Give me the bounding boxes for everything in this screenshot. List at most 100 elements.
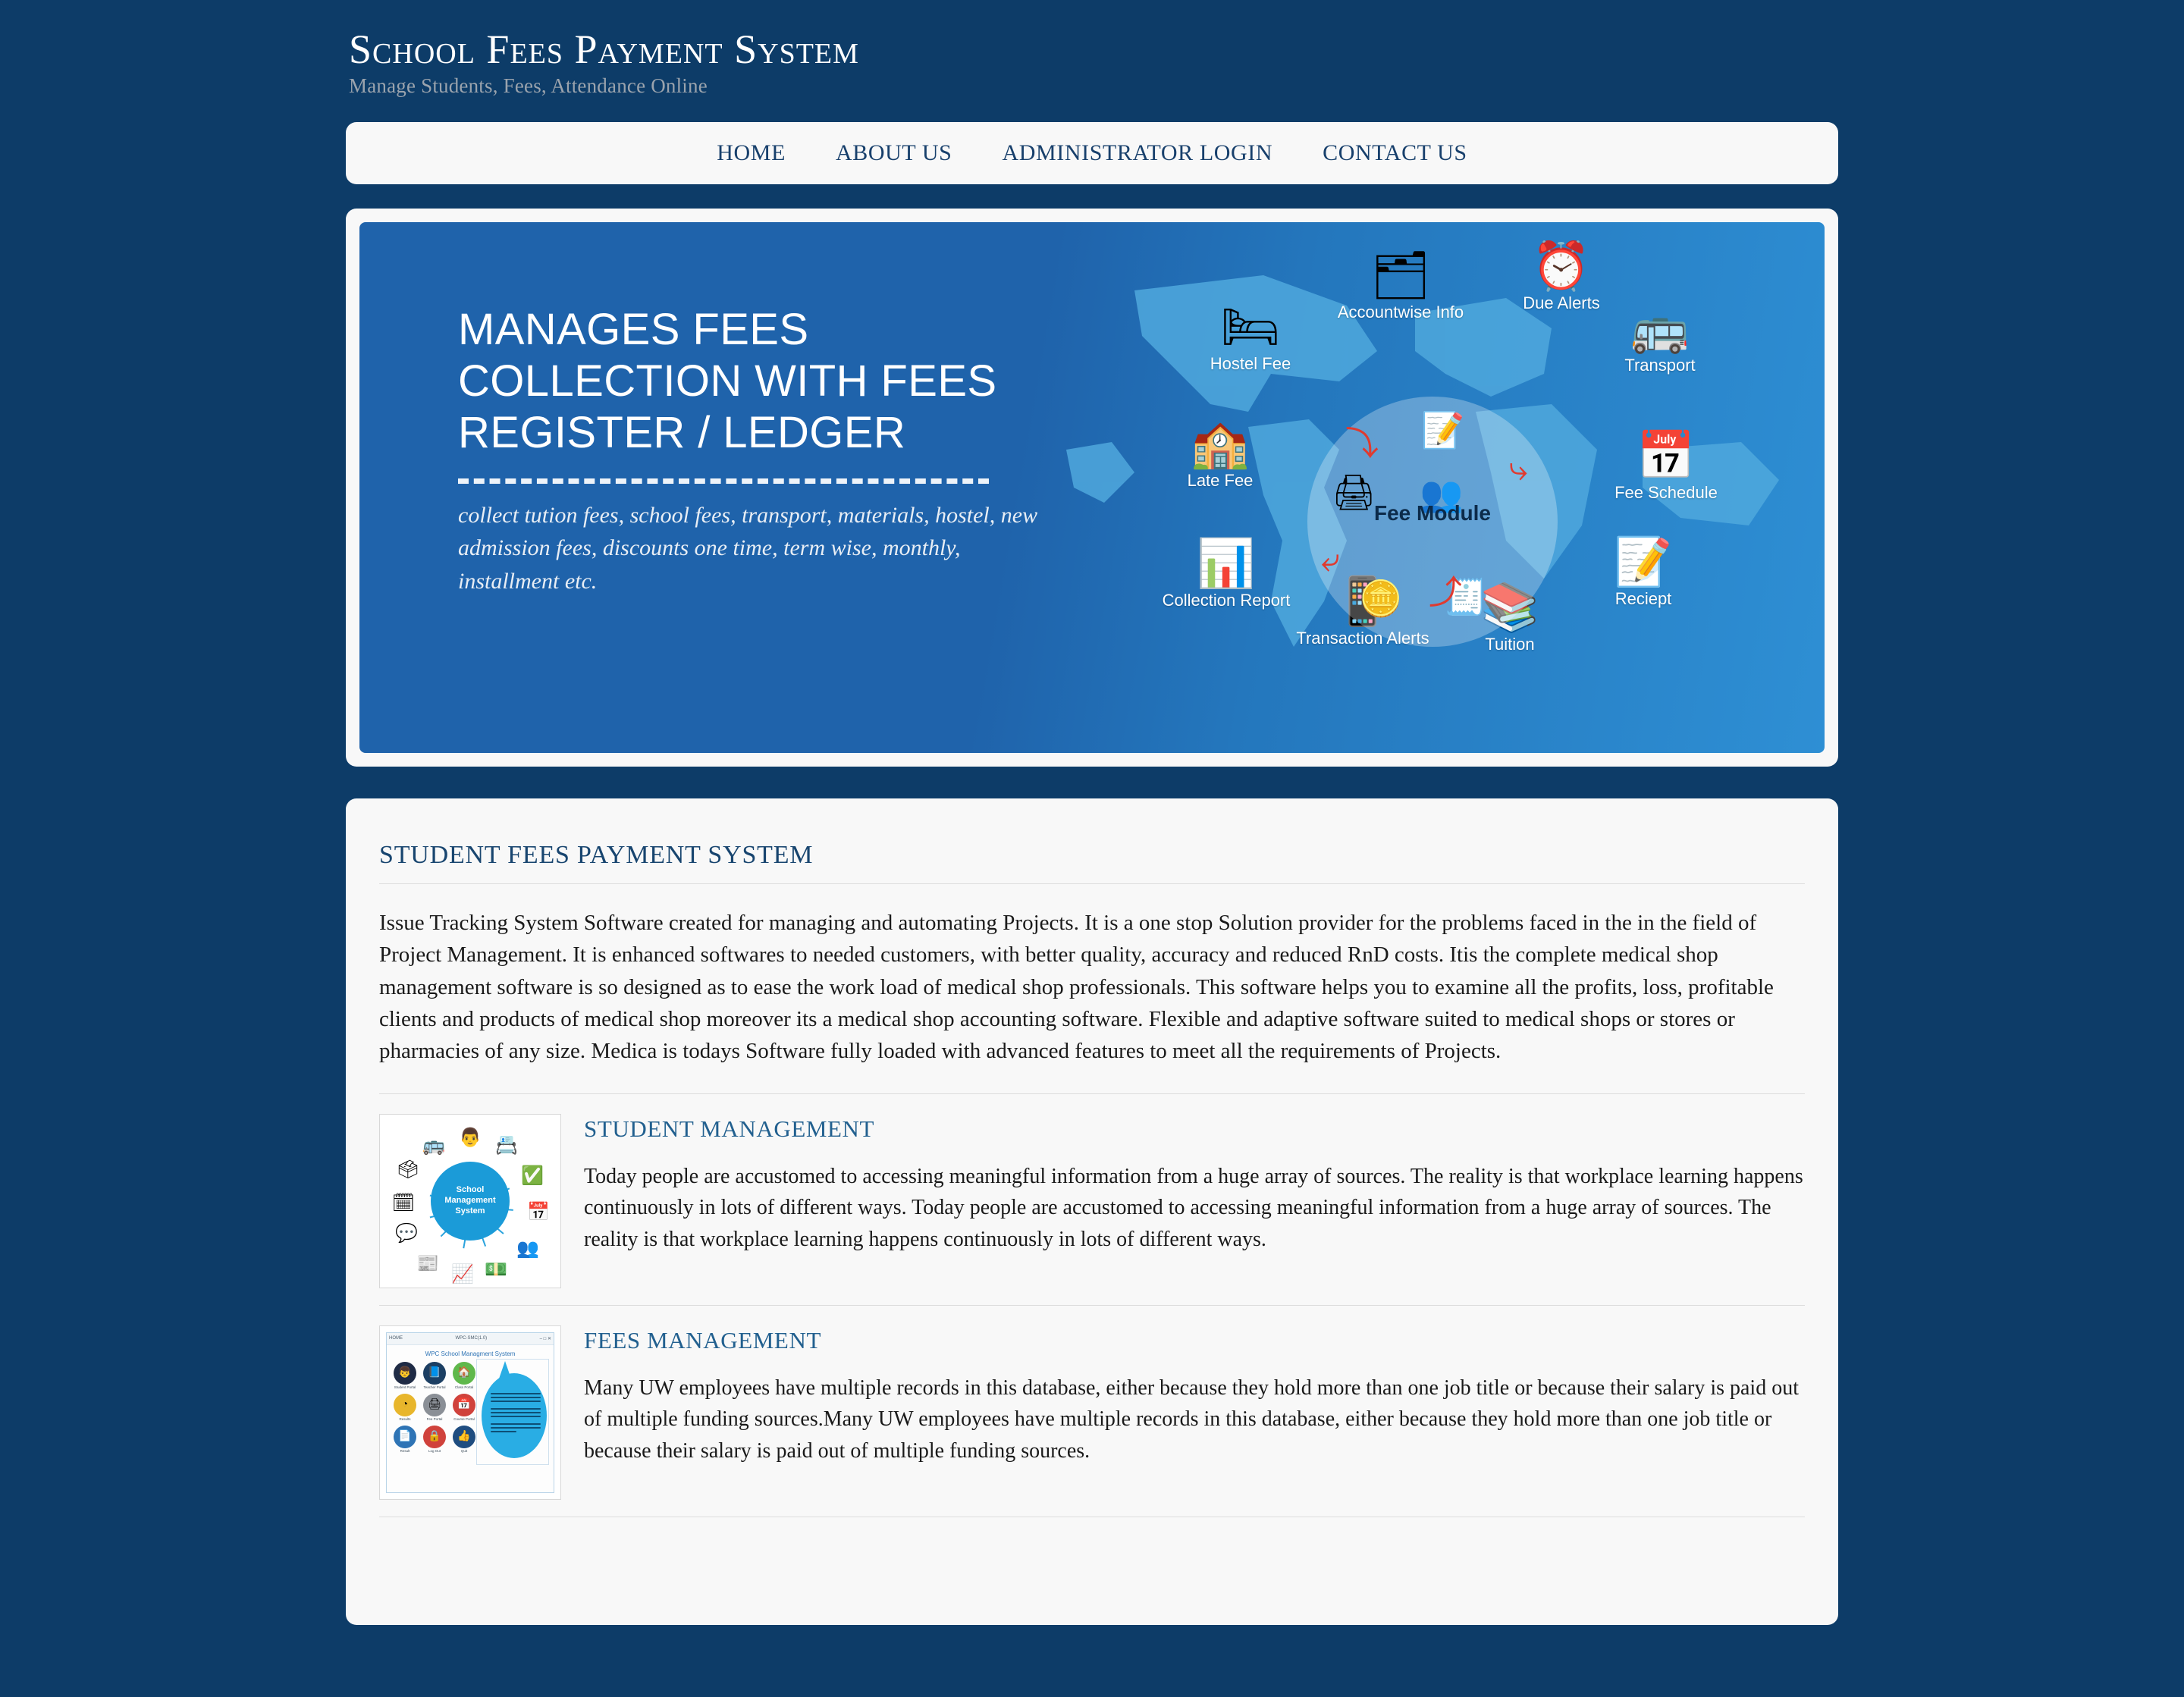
school-bus-icon: 🚌	[1630, 303, 1690, 355]
site-tagline: Manage Students, Fees, Attendance Online	[349, 74, 708, 97]
bubble-item	[491, 1430, 516, 1432]
calendar-clock-icon: 📅	[1636, 431, 1696, 482]
app-tile-label: Log Out	[428, 1448, 441, 1453]
banner-copy: MANAGES FEES COLLECTION WITH FEES REGIST…	[458, 304, 1057, 598]
app-tile-row: ◔ Results 🖨 Fee Portal 📅 Course Portal	[393, 1393, 478, 1421]
nav-item-contact-us[interactable]: CONTACT US	[1298, 140, 1492, 166]
app-heading: WPC School Managment System	[425, 1350, 516, 1357]
spoke-checklist-icon: ✅	[521, 1166, 544, 1187]
banner-artwork: Fee Module 📝 🖨 👥 🪙 🧾 ⤵ ⤷ ⤶ ⤴ 🗂 Accountwi…	[1118, 222, 1825, 753]
fees-management-text: Many UW employees have multiple records …	[584, 1375, 1799, 1463]
spoke-group-icon: 👥	[516, 1239, 539, 1259]
cycle-arrow-left-icon: ⤶	[1321, 541, 1340, 579]
app-tile-teacher-portal[interactable]: 📘 Teacher Portal	[422, 1361, 447, 1389]
app-tile-fee-portal[interactable]: 🖨 Fee Portal	[422, 1393, 447, 1421]
fee-module-label: Fee Module	[1373, 501, 1491, 525]
cycle-arrow-right-icon: ⤷	[1509, 450, 1528, 488]
banner-node-label: Hostel Fee	[1210, 354, 1291, 373]
app-title-bar: HOME WPC-SMC(1.0) – □ ✕	[387, 1332, 554, 1345]
folder-documents-icon: 🗂	[1370, 250, 1431, 302]
course-portal-calendar-icon: 📅	[453, 1393, 475, 1416]
banner-node-fee-schedule: 📅 Fee Schedule	[1586, 433, 1746, 503]
app-tile-label: Class Portal	[454, 1385, 474, 1389]
receipt-pen-icon: 📝	[1614, 537, 1673, 588]
banner-node-label: Late Fee	[1187, 471, 1254, 490]
site-header: School Fees Payment System Manage Studen…	[0, 0, 2184, 98]
app-tile-grid: 👦 Student Portal 📘 Teacher Portal 🏠 Clas…	[393, 1361, 478, 1457]
banner-node-label: Transport	[1624, 356, 1696, 375]
banner-node-label: Accountwise Info	[1337, 303, 1464, 322]
alarm-clock-icon: ⏰	[1532, 241, 1591, 293]
page-title: STUDENT FEES PAYMENT SYSTEM	[379, 841, 814, 869]
app-tile-label: Result	[400, 1448, 410, 1453]
main-navigation: HOME ABOUT US ADMINISTRATOR LOGIN CONTAC…	[346, 122, 1838, 184]
app-screenshot: HOME WPC-SMC(1.0) – □ ✕ WPC School Manag…	[386, 1332, 554, 1493]
banner-node-due-alerts: ⏰ Due Alerts	[1482, 243, 1641, 313]
bar-chart-report-icon: 📊	[1197, 538, 1256, 590]
app-tile-student-portal[interactable]: 👦 Student Portal	[393, 1361, 417, 1389]
bubble-item	[491, 1400, 541, 1402]
app-tile-label: Course Portal	[453, 1416, 475, 1421]
intro-paragraph: Issue Tracking System Software created f…	[379, 911, 1774, 1064]
bunk-bed-icon: 🛏	[1220, 302, 1281, 353]
school-building-icon: 🏫	[1191, 419, 1250, 470]
student-management-body: STUDENT MANAGEMENT Today people are accu…	[584, 1114, 1805, 1255]
app-tile-row: 📄 Result 🔒 Log Out 👍 Quit	[393, 1425, 478, 1453]
bubble-item	[491, 1415, 541, 1417]
bubble-item-list	[491, 1392, 541, 1435]
window-controls[interactable]: – □ ✕	[540, 1336, 551, 1341]
spoke-bus-icon: 🚌	[422, 1136, 445, 1156]
app-tile-results[interactable]: ◔ Results	[393, 1393, 417, 1421]
spoke-money-icon: 💵	[485, 1260, 507, 1281]
feature-student-management: School Management System 🚌 👨 📇 ✅ 📅 👥 💵 📈…	[379, 1094, 1805, 1305]
cycle-arrow-top-icon: ⤵	[1345, 425, 1379, 463]
app-tile-label: Results	[399, 1416, 411, 1421]
nav-item-administrator-login[interactable]: ADMINISTRATOR LOGIN	[977, 140, 1298, 166]
fee-portal-printer-icon: 🖨	[423, 1393, 446, 1416]
spoke-chat-icon: 💬	[395, 1224, 418, 1244]
banner-subtext: collect tution fees, school fees, transp…	[458, 502, 1038, 594]
app-tile-label: Fee Portal	[426, 1416, 443, 1421]
app-tile-log-out[interactable]: 🔒 Log Out	[422, 1425, 447, 1453]
page-root: School Fees Payment System Manage Studen…	[0, 0, 2184, 1625]
banner-frame: MANAGES FEES COLLECTION WITH FEES REGIST…	[346, 209, 1838, 767]
cycle-arrow-bottom-icon: ⤴	[1429, 574, 1462, 611]
bubble-item	[491, 1396, 541, 1398]
spoke-teacher-icon: 👨	[459, 1128, 482, 1149]
coins-icon: 🪙	[1359, 579, 1403, 618]
title-divider	[379, 883, 1805, 884]
student-management-text: Today people are accustomed to accessing…	[584, 1164, 1803, 1251]
spoke-ballot-box-icon: 🗳	[396, 1160, 420, 1181]
app-tile-label: Teacher Portal	[423, 1385, 446, 1389]
site-title: School Fees Payment System	[349, 27, 859, 72]
app-tile-quit[interactable]: 👍 Quit	[452, 1425, 476, 1453]
hub-diagram: School Management System 🚌 👨 📇 ✅ 📅 👥 💵 📈…	[386, 1120, 554, 1285]
app-menu-label: HOME	[389, 1336, 403, 1341]
app-window-title: WPC-SMC(1.0)	[455, 1336, 488, 1341]
student-management-thumbnail[interactable]: School Management System 🚌 👨 📇 ✅ 📅 👥 💵 📈…	[379, 1113, 561, 1288]
nav-item-home[interactable]: HOME	[692, 140, 811, 166]
student-portal-icon: 👦	[394, 1361, 416, 1385]
app-tile-label: Quit	[460, 1448, 468, 1453]
app-tile-result[interactable]: 📄 Result	[393, 1425, 417, 1453]
banner-headline: MANAGES FEES COLLECTION WITH FEES REGIST…	[458, 305, 997, 457]
app-tile-row: 👦 Student Portal 📘 Teacher Portal 🏠 Clas…	[393, 1361, 478, 1389]
nav-item-about-us[interactable]: ABOUT US	[811, 140, 977, 166]
logout-lock-icon: 🔒	[423, 1425, 446, 1448]
hero-banner: MANAGES FEES COLLECTION WITH FEES REGIST…	[359, 222, 1825, 753]
app-tile-course-portal[interactable]: 📅 Course Portal	[452, 1393, 476, 1421]
bubble-item	[491, 1426, 541, 1429]
pen-ledger-icon: 📝	[1421, 411, 1465, 450]
class-portal-icon: 🏠	[453, 1361, 475, 1385]
student-management-title: STUDENT MANAGEMENT	[584, 1115, 875, 1142]
hub-center-label: School Management System	[431, 1161, 510, 1241]
app-help-bubble	[476, 1358, 549, 1465]
bubble-item	[491, 1411, 541, 1413]
fees-management-body: FEES MANAGEMENT Many UW employees have m…	[584, 1325, 1805, 1466]
bubble-item	[491, 1392, 541, 1394]
spoke-calendar-day-icon: 🗓	[391, 1194, 416, 1214]
app-tile-class-portal[interactable]: 🏠 Class Portal	[452, 1361, 476, 1389]
bubble-item	[491, 1407, 541, 1410]
fees-management-thumbnail[interactable]: HOME WPC-SMC(1.0) – □ ✕ WPC School Manag…	[379, 1325, 561, 1500]
result-document-icon: 📄	[394, 1425, 416, 1448]
